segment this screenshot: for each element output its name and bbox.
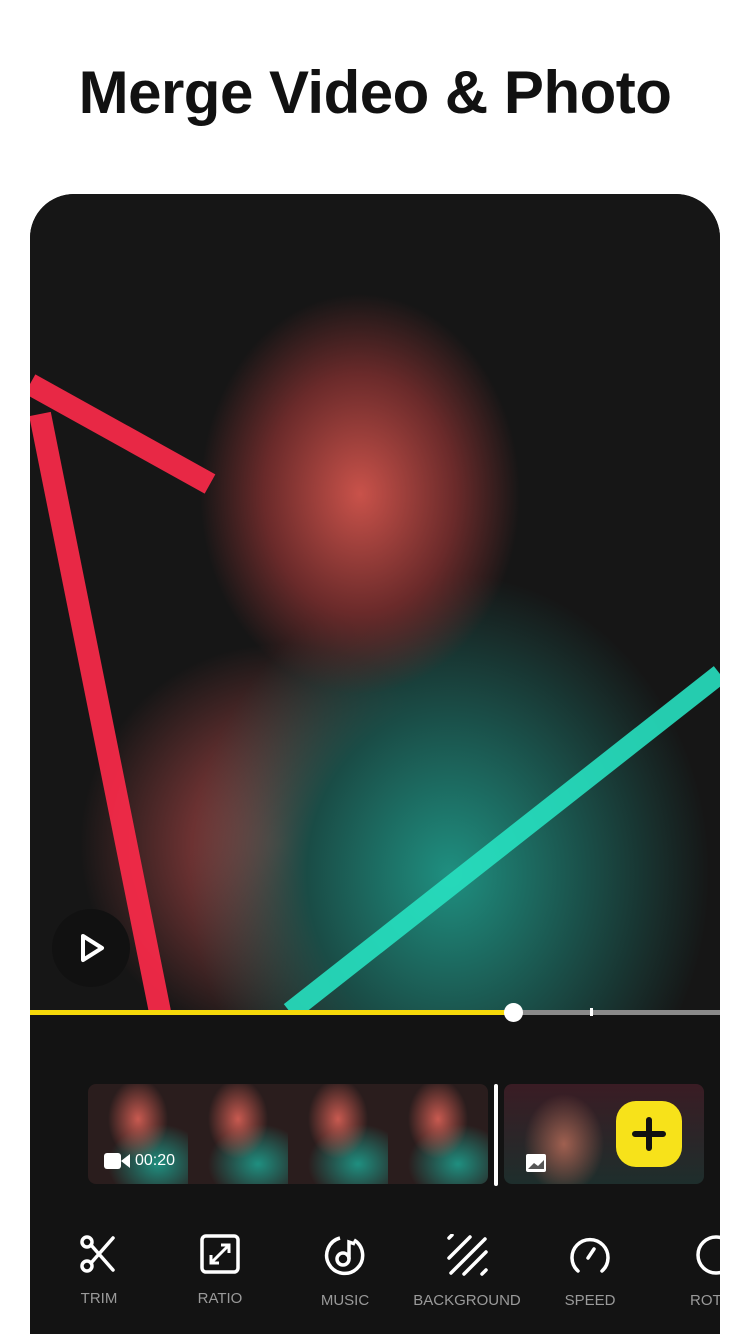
add-clip-button[interactable] bbox=[616, 1101, 682, 1167]
play-icon bbox=[81, 934, 104, 962]
tool-rotate[interactable]: ROT bbox=[660, 1234, 720, 1309]
tool-background[interactable]: BACKGROUND bbox=[407, 1234, 527, 1309]
clip-thumbnail: 00:20 bbox=[88, 1084, 188, 1184]
tool-trim[interactable]: TRIM bbox=[39, 1234, 159, 1307]
ratio-icon bbox=[200, 1234, 240, 1274]
tool-speed[interactable]: SPEED bbox=[530, 1234, 650, 1309]
plus-icon bbox=[632, 1117, 666, 1151]
playhead[interactable] bbox=[494, 1084, 498, 1186]
rotate-icon bbox=[696, 1235, 720, 1275]
video-camera-icon bbox=[104, 1153, 130, 1169]
tool-music[interactable]: MUSIC bbox=[285, 1234, 405, 1309]
clip-thumbnail bbox=[188, 1084, 288, 1184]
neon-triangle-graphic bbox=[30, 374, 720, 1012]
background-icon bbox=[447, 1234, 488, 1276]
music-icon bbox=[324, 1236, 365, 1276]
video-clip[interactable]: 00:20 bbox=[88, 1084, 488, 1184]
tool-label: SPEED bbox=[564, 1292, 616, 1309]
clip-boundary-marker bbox=[590, 1008, 593, 1016]
clip-thumbnail bbox=[288, 1084, 388, 1184]
tool-bar: TRIM RATIO MUSIC BACKGROUND SPEED ROT bbox=[30, 1234, 720, 1314]
clip-duration: 00:20 bbox=[104, 1152, 175, 1170]
tool-ratio[interactable]: RATIO bbox=[160, 1234, 280, 1307]
playback-scrubber[interactable] bbox=[30, 1003, 720, 1022]
tool-label: BACKGROUND bbox=[413, 1292, 521, 1309]
headline: Merge Video & Photo bbox=[78, 59, 672, 126]
photo-icon bbox=[526, 1154, 546, 1172]
tool-label: TRIM bbox=[80, 1290, 118, 1307]
editor-screen: 00:20 TRIM RATIO MUSIC BACKGROUND SPEED … bbox=[30, 194, 720, 1334]
tool-label: ROT bbox=[690, 1292, 720, 1309]
speed-icon bbox=[570, 1237, 610, 1273]
scrubber-handle[interactable] bbox=[504, 1003, 523, 1022]
tool-label: MUSIC bbox=[320, 1292, 370, 1309]
clip-duration-text: 00:20 bbox=[135, 1152, 176, 1169]
play-button[interactable] bbox=[52, 909, 130, 987]
scissors-icon bbox=[80, 1235, 115, 1273]
clip-thumbnail bbox=[388, 1084, 488, 1184]
progress-fill bbox=[30, 1010, 513, 1015]
tool-label: RATIO bbox=[197, 1290, 243, 1307]
video-preview bbox=[30, 194, 720, 1012]
